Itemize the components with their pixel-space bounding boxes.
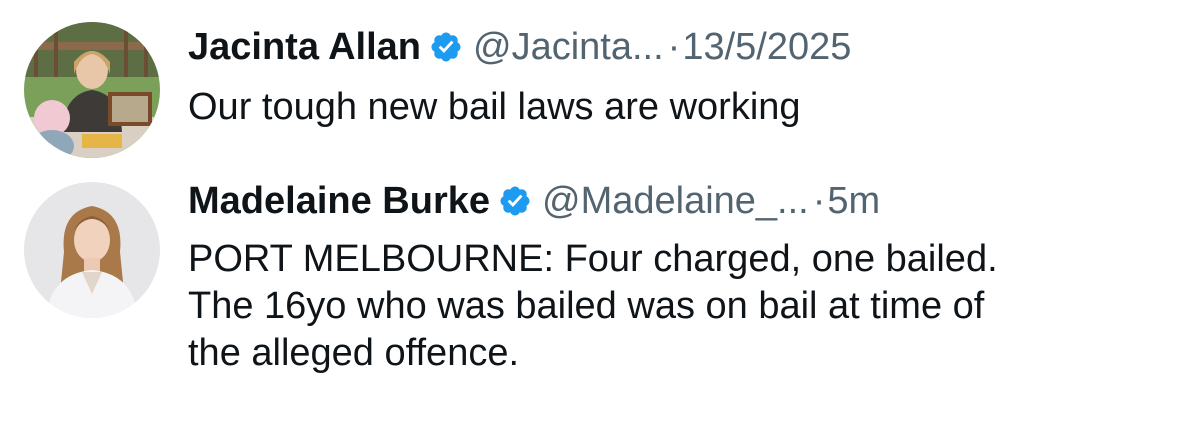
author-name[interactable]: Madelaine Burke	[188, 178, 490, 224]
timestamp[interactable]: 13/5/2025	[682, 24, 851, 70]
author-name[interactable]: Jacinta Allan	[188, 24, 421, 70]
tweet-text-line: the alleged offence.	[188, 332, 520, 374]
author-handle[interactable]: @Jacinta...	[473, 24, 664, 70]
tweet-text-line: PORT MELBOURNE: Four charged, one bailed…	[188, 238, 998, 280]
tweet-text: Our tough new bail laws are working	[188, 84, 1178, 131]
tweet-text-line: The 16yo who was bailed was on bail at t…	[188, 285, 985, 327]
tweet-header: Madelaine Burke @Madelaine_... · 5m	[188, 178, 880, 224]
tweet-madelaine-burke[interactable]: Madelaine Burke @Madelaine_... · 5m PORT…	[0, 170, 1199, 425]
separator-dot: ·	[667, 26, 681, 68]
verified-badge-icon	[498, 184, 532, 218]
timestamp[interactable]: 5m	[827, 178, 880, 224]
tweet-text-line: Our tough new bail laws are working	[188, 86, 801, 128]
avatar-photo-madelaine-burke	[24, 182, 160, 318]
avatar[interactable]	[24, 182, 160, 318]
tweet-text: PORT MELBOURNE: Four charged, one bailed…	[188, 236, 1178, 377]
avatar-photo-jacinta-allan	[24, 22, 160, 158]
tweet-header: Jacinta Allan @Jacinta... · 13/5/2025	[188, 24, 851, 70]
author-handle[interactable]: @Madelaine_...	[542, 178, 809, 224]
avatar[interactable]	[24, 22, 160, 158]
separator-dot: ·	[812, 180, 826, 222]
tweet-jacinta-allan[interactable]: Jacinta Allan @Jacinta... · 13/5/2025 Ou…	[0, 0, 1199, 170]
verified-badge-icon	[429, 30, 463, 64]
